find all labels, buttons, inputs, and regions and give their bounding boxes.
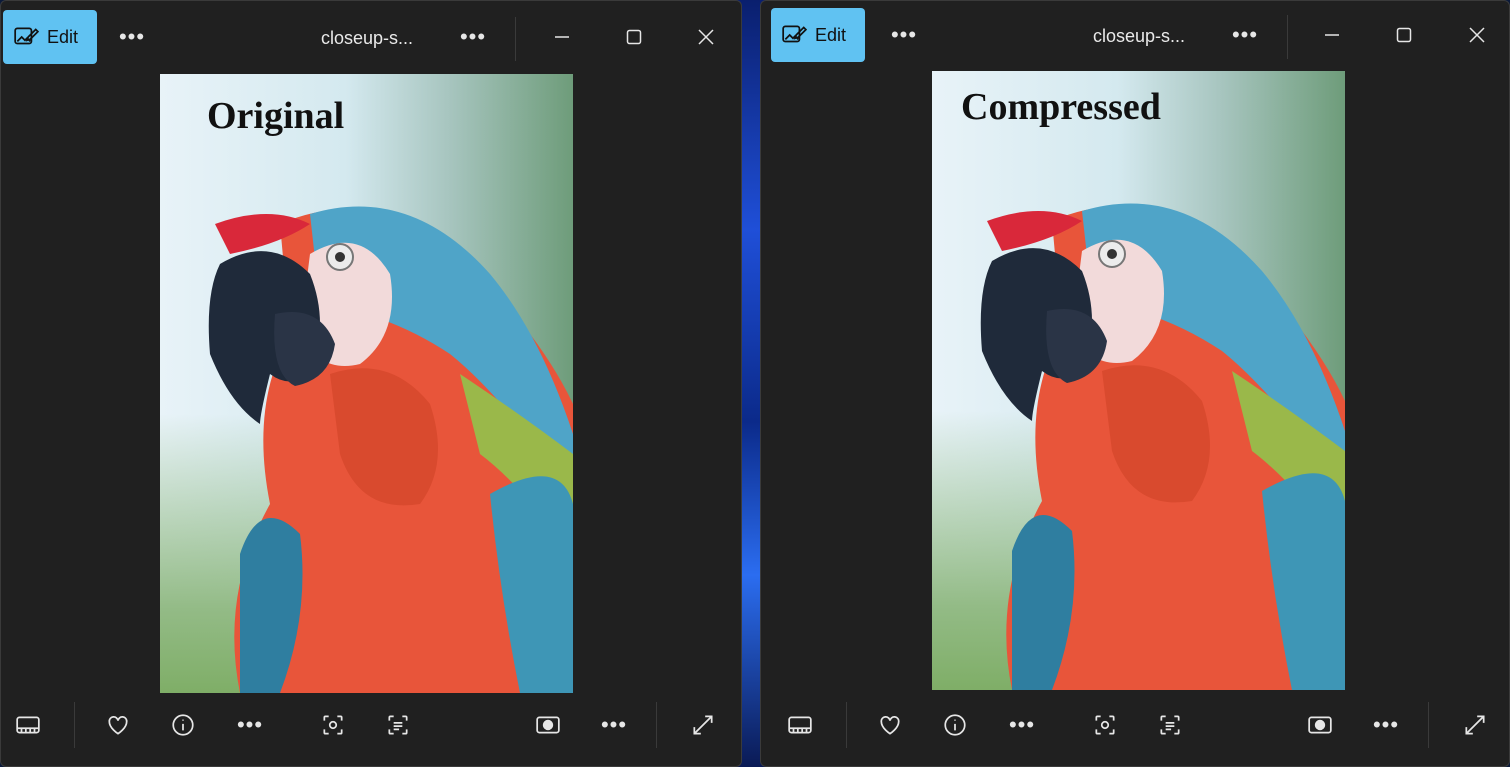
title-bar: Edit ••• closeup-s... •••	[761, 1, 1509, 73]
maximize-icon[interactable]	[1391, 23, 1417, 47]
toolbar-divider	[1428, 702, 1429, 748]
bottom-more-icon[interactable]: •••	[597, 708, 631, 742]
edit-image-icon	[14, 27, 39, 45]
more-options-icon[interactable]: •••	[887, 23, 921, 47]
parrot-image	[208, 206, 573, 693]
file-name: closeup-s...	[321, 28, 414, 48]
edit-label: Edit	[815, 24, 847, 45]
minimize-icon[interactable]	[1319, 23, 1345, 47]
info-icon[interactable]	[938, 708, 972, 742]
title-divider	[515, 17, 516, 61]
info-icon[interactable]	[166, 708, 200, 742]
bottom-toolbar: ••• •••	[1, 690, 741, 766]
toolbar-divider	[656, 702, 657, 748]
toolbar-divider	[74, 702, 75, 748]
photo-original: Original	[160, 74, 573, 693]
filmstrip-icon[interactable]	[11, 708, 45, 742]
image-label: Original	[207, 95, 345, 137]
edit-button[interactable]: Edit	[3, 10, 97, 64]
toolbar-divider	[846, 702, 847, 748]
edit-label: Edit	[47, 26, 79, 47]
minimize-icon[interactable]	[549, 25, 575, 49]
photos-window-compressed: Edit ••• closeup-s... ••• Compressed •••…	[760, 0, 1510, 767]
title-divider	[1287, 15, 1288, 59]
photos-window-original: Edit ••• closeup-s... ••• Original ••• •…	[0, 0, 742, 767]
heart-icon[interactable]	[101, 708, 135, 742]
image-label: Compressed	[961, 86, 1161, 128]
parrot-image	[980, 203, 1345, 690]
more-options-icon[interactable]: •••	[115, 25, 149, 49]
expand-icon[interactable]	[686, 708, 720, 742]
filmstrip-icon[interactable]	[783, 708, 817, 742]
visual-search-icon[interactable]	[1088, 708, 1122, 742]
file-more-icon[interactable]: •••	[456, 25, 490, 49]
more-actions-icon[interactable]: •••	[1005, 708, 1039, 742]
bottom-toolbar: ••• •••	[761, 690, 1509, 766]
slideshow-icon[interactable]	[531, 708, 565, 742]
file-name: closeup-s...	[1093, 26, 1186, 46]
bottom-more-icon[interactable]: •••	[1369, 708, 1403, 742]
more-actions-icon[interactable]: •••	[233, 708, 267, 742]
visual-search-icon[interactable]	[316, 708, 350, 742]
close-icon[interactable]	[693, 25, 719, 49]
file-more-icon[interactable]: •••	[1228, 23, 1262, 47]
photo-compressed: Compressed	[932, 71, 1345, 690]
text-detect-icon[interactable]	[381, 708, 415, 742]
slideshow-icon[interactable]	[1303, 708, 1337, 742]
close-icon[interactable]	[1464, 23, 1490, 47]
title-bar: Edit ••• closeup-s... •••	[1, 1, 741, 73]
edit-image-icon	[782, 25, 807, 43]
maximize-icon[interactable]	[621, 25, 647, 49]
expand-icon[interactable]	[1458, 708, 1492, 742]
text-detect-icon[interactable]	[1153, 708, 1187, 742]
edit-button[interactable]: Edit	[771, 8, 865, 62]
heart-icon[interactable]	[873, 708, 907, 742]
